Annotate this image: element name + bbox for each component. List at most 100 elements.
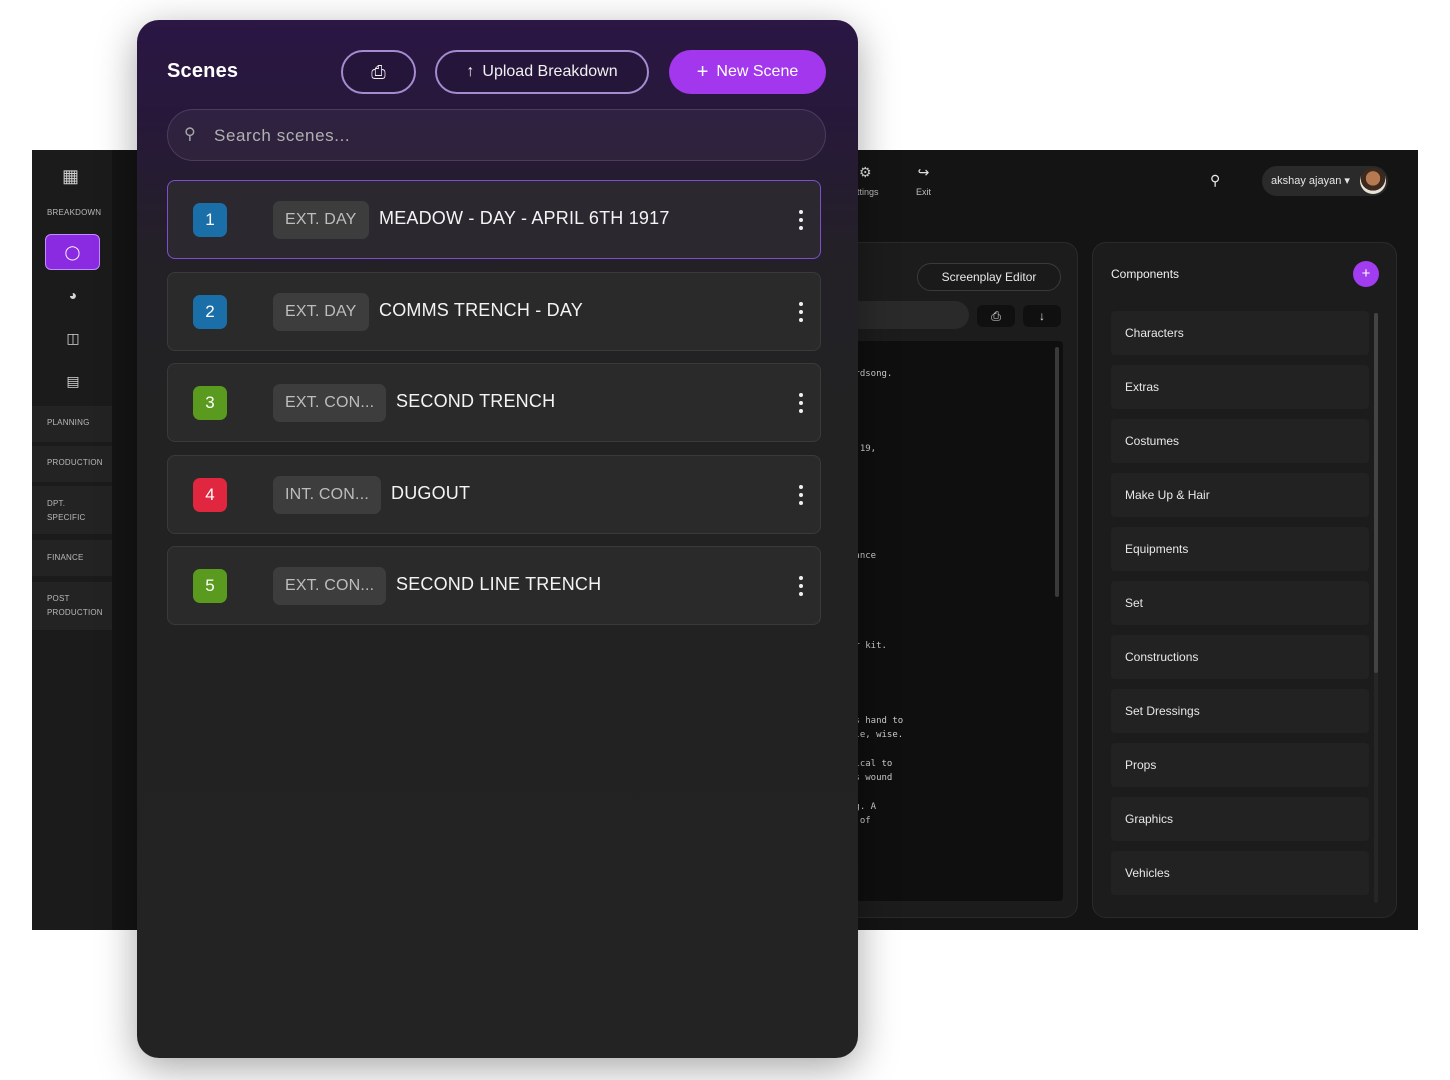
component-item-props[interactable]: Props (1111, 743, 1369, 787)
scene-number-badge: 4 (193, 477, 227, 512)
more-options-icon[interactable] (794, 299, 808, 325)
sidebar-section-specific[interactable]: SPECIFIC (47, 511, 86, 525)
component-item-characters[interactable]: Characters (1111, 311, 1369, 355)
printer-icon: ⎙ (371, 61, 386, 82)
scene-slugline: SECOND TRENCH (396, 391, 556, 411)
page-title: Scenes (167, 60, 239, 82)
upload-breakdown-label: Upload Breakdown (482, 63, 618, 80)
user-name: akshay ajayan ▾ (1271, 175, 1350, 187)
printer-icon: ⎙ (991, 309, 1001, 323)
dot (799, 210, 803, 214)
dot (799, 218, 803, 222)
scene-time-tag: EXT. DAY (273, 292, 369, 331)
scene-number-badge: 5 (193, 569, 227, 603)
scene-time-tag: EXT. CON... (273, 384, 387, 422)
scene-row[interactable]: 2 EXT. DAY COMMS TRENCH - DAY (167, 271, 821, 351)
dot (799, 401, 803, 405)
component-item-equipments[interactable]: Equipments (1111, 527, 1369, 571)
scene-row[interactable]: 5 EXT. CON... SECOND LINE TRENCH (167, 546, 821, 625)
components-scrollbar[interactable] (1374, 313, 1378, 903)
sidebar-item-scenes[interactable]: ◯ (45, 234, 100, 270)
more-options-icon[interactable] (794, 207, 808, 233)
dot (799, 576, 803, 580)
exit-icon: ↪ (917, 164, 930, 180)
sidebar-band-dpt-specific[interactable] (32, 486, 112, 534)
exit-button[interactable]: ↪ Exit (916, 164, 931, 197)
clipboard-icon: ▤ (66, 372, 80, 389)
component-item-make-up-hair[interactable]: Make Up & Hair (1111, 473, 1369, 517)
scene-row[interactable]: 4 INT. CON... DUGOUT (167, 454, 821, 534)
editor-download-button[interactable]: ↓ (1023, 305, 1061, 327)
sidebar-section-planning[interactable]: PLANNING (47, 416, 90, 430)
component-item-set-dressings[interactable]: Set Dressings (1111, 689, 1369, 733)
component-item-graphics[interactable]: Graphics (1111, 797, 1369, 841)
components-panel: Components + Characters Extras Costumes … (1092, 242, 1397, 918)
user-menu[interactable]: akshay ajayan ▾ (1262, 166, 1388, 196)
scene-slugline: MEADOW - DAY - APRIL 6TH 1917 (379, 208, 670, 228)
new-scene-button[interactable]: + New Scene (669, 50, 826, 94)
editor-print-button[interactable]: ⎙ (977, 305, 1015, 327)
component-item-extras[interactable]: Extras (1111, 365, 1369, 409)
scene-number-badge: 1 (193, 203, 227, 237)
component-item-vehicles[interactable]: Vehicles (1111, 851, 1369, 895)
dot (799, 500, 803, 505)
screen: ▦ BREAKDOWN ◯ ◕ ◫ ▤ PLANNING PRODUCTION … (0, 0, 1450, 1080)
dot (799, 393, 803, 397)
dot (799, 492, 803, 497)
scene-number-badge: 3 (193, 386, 227, 420)
screenplay-editor-button[interactable]: Screenplay Editor (917, 263, 1061, 291)
scrollbar-thumb[interactable] (1374, 313, 1378, 673)
dot (799, 592, 803, 596)
search-icon: ⚲ (184, 126, 196, 143)
download-arrow-icon: ↓ (1039, 309, 1045, 323)
more-options-icon[interactable] (794, 573, 808, 599)
search-bar: ⚲ (167, 109, 826, 161)
dot (799, 309, 803, 314)
print-button[interactable]: ⎙ (341, 50, 416, 94)
sidebar-item-reports[interactable]: ◕ (60, 282, 86, 308)
dot (799, 584, 803, 588)
scene-time-tag: EXT. CON... (273, 567, 387, 605)
dot (799, 226, 803, 230)
scene-slugline: DUGOUT (391, 482, 471, 503)
sidebar-section-dpt[interactable]: DPT. (47, 497, 65, 511)
component-item-set[interactable]: Set (1111, 581, 1369, 625)
scenes-icon: ◯ (64, 243, 81, 260)
more-options-icon[interactable] (794, 482, 808, 508)
dot (799, 484, 803, 489)
dot (799, 301, 803, 306)
plus-icon: + (696, 60, 709, 83)
sidebar-section-post-production[interactable]: PRODUCTION (47, 606, 103, 620)
component-item-constructions[interactable]: Constructions (1111, 635, 1369, 679)
scene-slugline: COMMS TRENCH - DAY (379, 299, 583, 320)
notification-bell-icon[interactable]: ⚲ (1210, 172, 1220, 189)
search-input[interactable] (214, 122, 794, 150)
scene-time-tag: EXT. DAY (273, 201, 369, 239)
exit-label: Exit (916, 187, 932, 197)
scene-time-tag: INT. CON... (273, 475, 381, 514)
sidebar-section-post[interactable]: POST (47, 592, 70, 606)
scene-number-badge: 2 (193, 294, 227, 329)
upload-breakdown-button[interactable]: ↑ Upload Breakdown (435, 50, 649, 94)
components-title: Components (1111, 267, 1180, 281)
dot (799, 317, 803, 322)
avatar (1360, 168, 1386, 194)
script-scrollbar[interactable] (1055, 347, 1059, 597)
left-sidebar: ▦ BREAKDOWN ◯ ◕ ◫ ▤ PLANNING PRODUCTION … (32, 150, 112, 930)
dot (799, 409, 803, 413)
scene-row[interactable]: 1 EXT. DAY MEADOW - DAY - APRIL 6TH 1917 (167, 180, 821, 259)
sidebar-item-elements[interactable]: ◫ (60, 325, 86, 351)
new-scene-label: New Scene (716, 63, 799, 80)
more-options-icon[interactable] (794, 390, 808, 416)
scenes-panel: Scenes ⎙ ↑ Upload Breakdown + New Scene … (137, 20, 858, 1058)
scene-row[interactable]: 3 EXT. CON... SECOND TRENCH (167, 363, 821, 442)
pie-chart-icon: ◕ (68, 287, 78, 303)
upload-arrow-icon: ↑ (466, 63, 475, 80)
add-component-button[interactable]: + (1353, 261, 1379, 287)
sidebar-section-production[interactable]: PRODUCTION (47, 456, 103, 470)
scene-slugline: SECOND LINE TRENCH (396, 574, 602, 594)
sidebar-item-notes[interactable]: ▤ (60, 368, 86, 394)
board-icon: ◫ (66, 329, 80, 346)
component-item-costumes[interactable]: Costumes (1111, 419, 1369, 463)
sidebar-section-finance[interactable]: FINANCE (47, 551, 84, 565)
